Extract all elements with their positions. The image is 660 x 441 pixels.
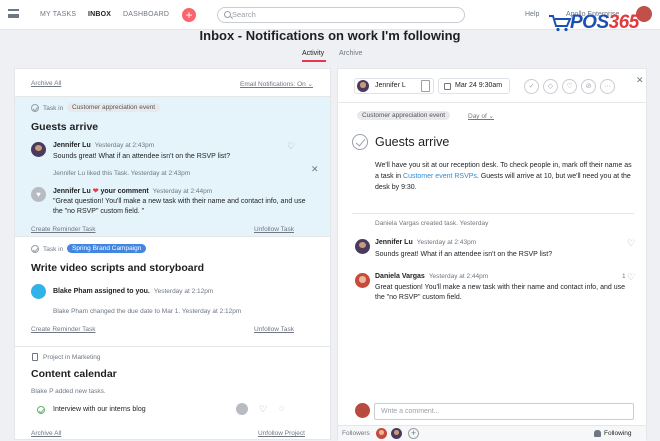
inbox-card-guests-arrive[interactable]: Task in Customer appreciation event Gues… bbox=[15, 96, 330, 236]
project-in-label: Project in Marketing bbox=[43, 354, 101, 361]
followers-bar: Followers + Following bbox=[338, 425, 646, 441]
create-reminder-link[interactable]: Create Reminder Task bbox=[31, 326, 96, 333]
close-icon[interactable]: ✕ bbox=[636, 76, 644, 85]
more-options-icon[interactable]: ··· bbox=[600, 79, 615, 94]
nav-inbox[interactable]: INBOX bbox=[88, 11, 111, 18]
section-divider bbox=[352, 213, 634, 214]
rsvp-link[interactable]: Customer event RSVPs bbox=[403, 173, 477, 180]
create-reminder-link[interactable]: Create Reminder Task bbox=[31, 226, 96, 233]
avatar bbox=[355, 273, 370, 288]
task-in-label: Task in bbox=[43, 105, 64, 112]
avatar bbox=[31, 284, 46, 299]
task-complete-icon[interactable] bbox=[31, 104, 39, 112]
help-link[interactable]: Help bbox=[525, 11, 539, 18]
project-title[interactable]: Content calendar bbox=[31, 368, 117, 380]
task-detail-panel: Jennifer L Mar 24 9:30am ✓ ◇ ♡ ⊘ ··· ✕ C… bbox=[337, 68, 647, 441]
inbox-list-panel: Archive All Email Notifications: On ⌄ Ta… bbox=[14, 68, 331, 440]
task-complete-icon[interactable] bbox=[31, 245, 39, 253]
task-description[interactable]: We'll have you sit at our reception desk… bbox=[375, 160, 633, 193]
archive-all-link[interactable]: Archive All bbox=[31, 430, 61, 437]
unfollow-task-link[interactable]: Unfollow Task bbox=[254, 326, 294, 333]
comment-text: Great question! You'll make a new task w… bbox=[375, 284, 625, 301]
nav-my-tasks[interactable]: MY TASKS bbox=[40, 11, 76, 18]
followers-label: Followers bbox=[342, 430, 370, 437]
close-icon[interactable]: ✕ bbox=[311, 165, 319, 174]
inbox-card-video-scripts[interactable]: Task in Spring Brand Campaign Write vide… bbox=[15, 236, 330, 336]
search-input[interactable] bbox=[232, 10, 432, 19]
avatar[interactable] bbox=[376, 428, 387, 439]
avatar[interactable] bbox=[391, 428, 402, 439]
project-tag[interactable]: Customer appreciation event bbox=[67, 103, 161, 112]
calendar-icon bbox=[444, 83, 451, 90]
liked-meta: Jennifer Lu liked this Task. Yesterday a… bbox=[53, 170, 191, 177]
archive-all-link[interactable]: Archive All bbox=[31, 80, 61, 87]
task-in-label: Task in bbox=[43, 246, 64, 253]
heart-icon[interactable]: ♡ bbox=[287, 142, 296, 151]
tag-icon[interactable]: ◇ bbox=[543, 79, 558, 94]
heart-icon[interactable]: ♡ bbox=[259, 405, 268, 414]
due-date-text: Mar 24 9:30am bbox=[455, 82, 503, 89]
unassign-icon[interactable] bbox=[421, 80, 430, 92]
task-title[interactable]: Guests arrive bbox=[375, 135, 449, 149]
comment-text: Sounds great! What if an attendee isn't … bbox=[53, 153, 231, 160]
following-toggle[interactable]: Following bbox=[604, 430, 631, 437]
attachment-icon[interactable]: ⊘ bbox=[581, 79, 596, 94]
heart-icon[interactable]: ♡ bbox=[562, 79, 577, 94]
quick-add-plus-icon[interactable]: + bbox=[182, 8, 196, 22]
added-meta: Blake P added new tasks. bbox=[31, 388, 106, 395]
heart-badge-icon: ♥ bbox=[31, 187, 46, 202]
assignee-button[interactable]: Jennifer L bbox=[354, 78, 434, 94]
section-dropdown[interactable]: Day of ⌄ bbox=[468, 112, 494, 120]
task-complete-icon[interactable] bbox=[37, 406, 45, 414]
avatar bbox=[31, 142, 46, 157]
unfollow-project-link[interactable]: Unfollow Project bbox=[258, 430, 305, 437]
heart-icon[interactable]: ♡ bbox=[627, 239, 636, 248]
mark-complete-icon[interactable] bbox=[352, 134, 368, 150]
bell-icon bbox=[594, 430, 601, 437]
task-row-text[interactable]: Interview with our interns blog bbox=[53, 405, 146, 415]
active-tab-indicator bbox=[302, 60, 326, 62]
comment-author: Jennifer Lu ❤ your comment Yesterday at 2… bbox=[53, 188, 213, 195]
toolbar-divider bbox=[338, 102, 646, 103]
comment-author: Daniela Vargas Yesterday at 2:44pm bbox=[375, 273, 489, 280]
comment-icon[interactable]: ◌ bbox=[279, 404, 288, 413]
add-follower-icon[interactable]: + bbox=[408, 428, 419, 439]
project-tag[interactable]: Spring Brand Campaign bbox=[67, 244, 147, 253]
nav-dashboard[interactable]: DASHBOARD bbox=[123, 11, 169, 18]
project-icon bbox=[32, 353, 38, 361]
comment-text: "Great question! You'll make a new task … bbox=[53, 198, 306, 215]
task-title[interactable]: Guests arrive bbox=[31, 121, 98, 133]
task-title[interactable]: Write video scripts and storyboard bbox=[31, 262, 204, 274]
avatar bbox=[355, 239, 370, 254]
assign-author: Blake Pham assigned to you. Yesterday at … bbox=[53, 288, 214, 295]
tab-archive[interactable]: Archive bbox=[339, 50, 362, 57]
tab-activity[interactable]: Activity bbox=[302, 50, 324, 57]
check-icon[interactable]: ✓ bbox=[524, 79, 539, 94]
due-date-button[interactable]: Mar 24 9:30am bbox=[438, 78, 510, 94]
hamburger-menu-icon[interactable] bbox=[8, 9, 19, 18]
like-count: 1 bbox=[622, 273, 626, 280]
heart-icon[interactable]: ♡ bbox=[627, 273, 636, 282]
unfollow-task-link[interactable]: Unfollow Task bbox=[254, 226, 294, 233]
project-tag[interactable]: Customer appreciation event bbox=[357, 111, 451, 120]
page-title: Inbox - Notifications on work I'm follow… bbox=[199, 28, 461, 43]
comment-input[interactable] bbox=[374, 403, 634, 420]
search-icon bbox=[224, 11, 231, 18]
created-meta: Daniela Vargas created task. Yesterday bbox=[375, 220, 489, 227]
avatar bbox=[355, 403, 370, 418]
comment-author: Jennifer Lu Yesterday at 2:43pm bbox=[53, 142, 155, 149]
comment-author: Jennifer Lu Yesterday at 2:43pm bbox=[375, 239, 477, 246]
email-notifications-dropdown[interactable]: Email Notifications: On ⌄ bbox=[240, 80, 313, 88]
assignee-name: Jennifer L bbox=[375, 82, 406, 89]
comment-text: Sounds great! What if an attendee isn't … bbox=[375, 251, 553, 258]
search-bar[interactable] bbox=[217, 7, 465, 23]
due-date-meta: Blake Pham changed the due date to Mar 1… bbox=[53, 308, 242, 315]
inbox-card-content-calendar[interactable]: Project in Marketing Content calendar Bl… bbox=[15, 346, 330, 441]
avatar bbox=[357, 80, 369, 92]
avatar bbox=[236, 403, 248, 415]
